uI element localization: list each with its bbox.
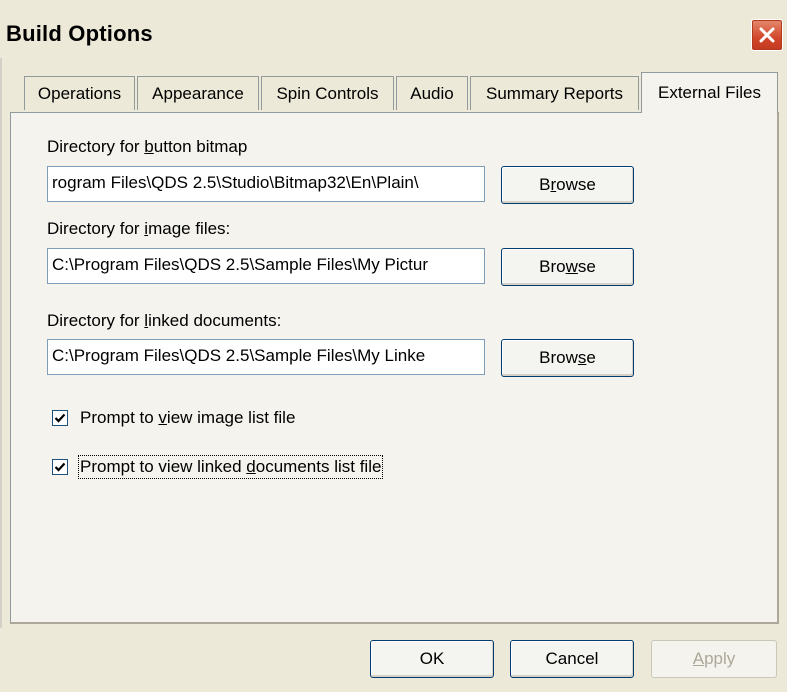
prompt-linked-documents-label[interactable]: Prompt to view linked documents list fil… — [77, 455, 384, 479]
tab-label: Spin Controls — [276, 83, 379, 103]
tab-label: Summary Reports — [486, 83, 623, 103]
button-bitmap-dir-input[interactable]: rogram Files\QDS 2.5\Studio\Bitmap32\En\… — [47, 166, 485, 202]
linked-documents-dir-input[interactable]: C:\Program Files\QDS 2.5\Sample Files\My… — [47, 339, 485, 375]
close-icon — [759, 27, 775, 43]
tab-operations[interactable]: Operations — [24, 76, 135, 110]
tab-label: Audio — [410, 83, 454, 103]
tab-label: Appearance — [152, 83, 244, 103]
browse-linked-documents[interactable]: Brow s e — [501, 339, 634, 377]
dialog-footer: OK Cancel Apply — [0, 628, 787, 692]
tab-summary-reports[interactable]: Summary Reports — [470, 76, 639, 110]
tab-external-files[interactable]: External Files — [641, 72, 778, 113]
tab-appearance[interactable]: Appearance — [137, 76, 259, 110]
image-files-dir-input[interactable]: C:\Program Files\QDS 2.5\Sample Files\My… — [47, 248, 485, 284]
linked-documents-label: Directory for linked documents: — [47, 311, 282, 330]
ok-button[interactable]: OK — [370, 640, 494, 678]
cancel-button[interactable]: Cancel — [510, 640, 634, 678]
checkmark-icon — [54, 413, 66, 423]
prompt-linked-documents-checkbox[interactable] — [52, 459, 68, 475]
image-files-label: Directory for image files: — [47, 219, 231, 238]
browse-button-bitmap[interactable]: Br owse — [501, 166, 634, 204]
window-title: Build Options — [6, 21, 153, 46]
title-bar: Build Options — [0, 0, 787, 58]
tab-label: External Files — [658, 83, 761, 102]
window-frame — [0, 58, 2, 692]
close-button[interactable] — [751, 19, 783, 51]
tab-label: Operations — [37, 83, 122, 103]
tab-audio[interactable]: Audio — [396, 76, 468, 110]
tab-spin-controls[interactable]: Spin Controls — [261, 76, 394, 110]
prompt-image-list-label[interactable]: Prompt to view image list file — [80, 408, 295, 428]
prompt-image-list-checkbox[interactable] — [52, 410, 68, 426]
button-bitmap-label: Directory for button bitmap — [47, 137, 248, 156]
apply-button[interactable]: Apply — [651, 640, 777, 678]
browse-image-files[interactable]: Bro w se — [501, 248, 634, 286]
checkmark-icon — [54, 462, 66, 472]
